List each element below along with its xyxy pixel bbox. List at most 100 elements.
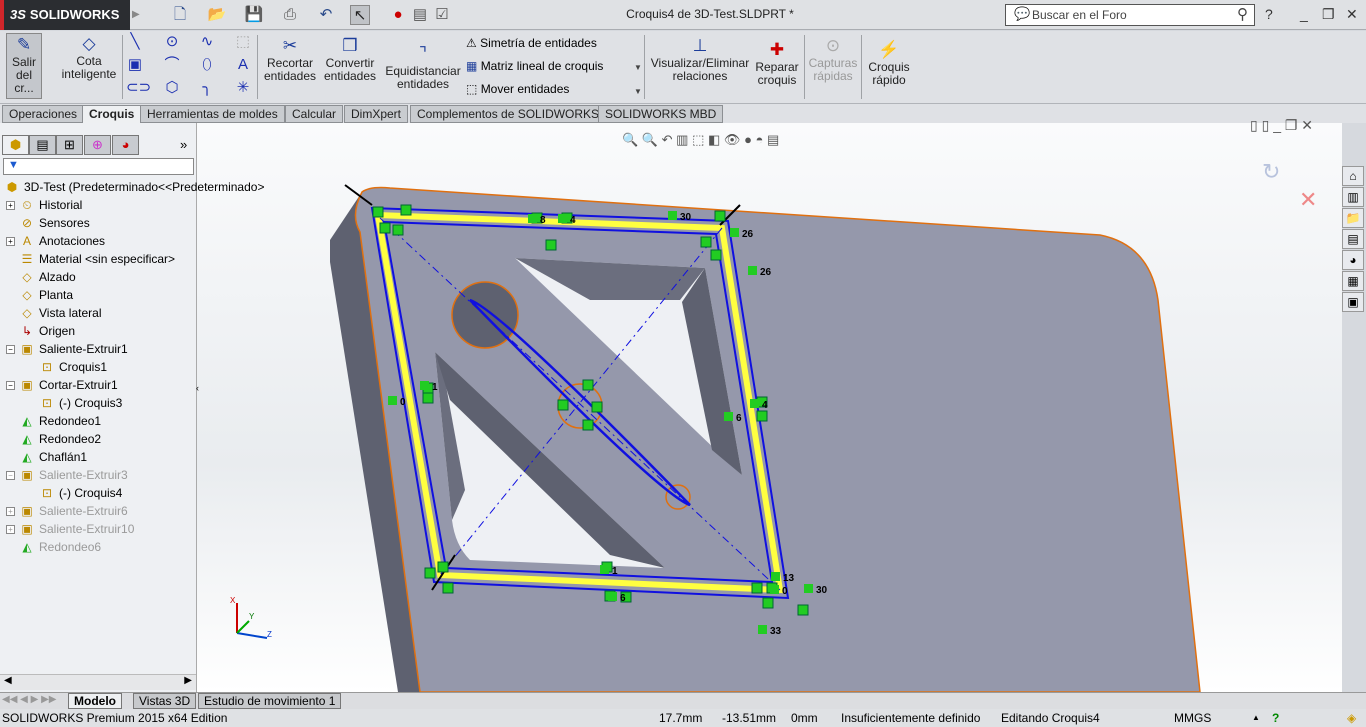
menu-expand-icon[interactable]: ▶ bbox=[132, 9, 140, 20]
tab-vistas-3d[interactable]: Vistas 3D bbox=[133, 693, 197, 709]
repair-sketch-button[interactable]: ✚ Reparar croquis bbox=[754, 39, 800, 87]
tree-item[interactable]: − ▣ Saliente-Extruir1 bbox=[6, 340, 128, 358]
expand-panel-icon[interactable]: » bbox=[180, 137, 187, 152]
pattern-dropdown[interactable]: ▼ bbox=[634, 63, 642, 72]
tab-operaciones[interactable]: Operaciones bbox=[2, 105, 85, 123]
graphics-area[interactable]: 30 26 26 4 6 0 1 1 30 33 6 4 8 13 0 🔍 🔍 ↶ ▥ ⬚ ◧ 👁 ● ◓ … bbox=[197, 117, 1342, 692]
units-up-icon[interactable]: ▲ bbox=[1252, 709, 1260, 727]
tab-calcular[interactable]: Calcular bbox=[285, 105, 344, 123]
zoom-area-icon[interactable]: 🔍 bbox=[642, 132, 658, 147]
featuremanager-tab[interactable]: ⬢ bbox=[2, 135, 29, 155]
smart-dimension-button[interactable]: ◇ Cota inteligente bbox=[58, 33, 120, 81]
tree-item[interactable]: ◭ Redondeo1 bbox=[6, 412, 101, 430]
circle-icon[interactable]: ⊙ bbox=[163, 33, 181, 51]
text-icon[interactable]: A bbox=[234, 56, 252, 74]
tab-modelo[interactable]: Modelo bbox=[68, 693, 122, 709]
tab-estudio-movimiento[interactable]: Estudio de movimiento 1 bbox=[198, 693, 342, 709]
tree-item[interactable]: ⊘ Sensores bbox=[6, 214, 90, 232]
tab-dimxpert[interactable]: DimXpert bbox=[344, 105, 409, 123]
tree-item[interactable]: ⊡ Croquis1 bbox=[26, 358, 107, 376]
line-icon[interactable]: ╲ bbox=[126, 33, 144, 51]
tab-scroll-arrows[interactable]: ◀◀ ◀ ▶ ▶▶ bbox=[2, 694, 56, 705]
rapid-sketch-button[interactable]: ⚡ Croquis rápido bbox=[864, 39, 914, 87]
ellipse-icon[interactable]: ⬯ bbox=[198, 56, 216, 74]
tree-filter-input[interactable]: ▼ bbox=[3, 158, 194, 175]
expand-toggle-icon[interactable]: + bbox=[6, 201, 15, 211]
restore-icon[interactable]: ❐ bbox=[1322, 6, 1335, 23]
tree-item[interactable]: ◭ Redondeo2 bbox=[6, 430, 101, 448]
viewport-window-controls[interactable]: ▯ ▯ _ ❐ ✕ bbox=[1250, 117, 1313, 134]
expand-toggle-icon[interactable]: − bbox=[6, 471, 15, 481]
file-explorer-icon[interactable]: ▤ bbox=[1342, 229, 1364, 249]
expand-toggle-icon[interactable]: − bbox=[6, 345, 15, 355]
move-button[interactable]: ⬚ Mover entidades bbox=[466, 82, 569, 96]
tree-item[interactable]: ⊡ (-) Croquis3 bbox=[26, 394, 122, 412]
tree-item[interactable]: ◇ Alzado bbox=[6, 268, 75, 286]
design-library-icon[interactable]: 📁 bbox=[1342, 208, 1364, 228]
plane-icon[interactable]: ⬚ bbox=[234, 33, 252, 51]
forum-icon[interactable]: ▣ bbox=[1342, 292, 1364, 312]
rectangle-icon[interactable]: ▣ bbox=[126, 56, 144, 74]
tree-item[interactable]: ◭ Redondeo6 bbox=[6, 538, 101, 556]
minimize-icon[interactable]: _ bbox=[1300, 6, 1308, 22]
previous-view-icon[interactable]: ↶ bbox=[662, 132, 673, 147]
resources-icon[interactable]: ▥ bbox=[1342, 187, 1364, 207]
display-style-icon[interactable]: ◧ bbox=[708, 132, 720, 147]
hide-show-icon[interactable]: 👁 bbox=[724, 132, 741, 147]
tree-item[interactable]: + A Anotaciones bbox=[6, 232, 105, 250]
relations-button[interactable]: ⊥ Visualizar/Eliminar relaciones bbox=[650, 35, 750, 83]
arc-icon[interactable]: ⌒ bbox=[163, 56, 181, 74]
tooltip-icon[interactable]: ◈ bbox=[1347, 709, 1356, 727]
scroll-left-icon[interactable]: ◀ bbox=[4, 675, 12, 686]
tree-item[interactable]: + ▣ Saliente-Extruir10 bbox=[6, 520, 134, 538]
configurationmanager-tab[interactable]: ⊞ bbox=[56, 135, 83, 155]
print-icon[interactable]: ⎙ bbox=[280, 5, 300, 25]
tab-mbd[interactable]: SOLIDWORKS MBD bbox=[598, 105, 724, 123]
home-icon[interactable]: ⌂ bbox=[1342, 166, 1364, 186]
scene-icon[interactable]: ◓ bbox=[756, 132, 764, 147]
view-orientation-icon[interactable]: ⬚ bbox=[692, 132, 704, 147]
appearances-icon[interactable]: ◕ bbox=[1342, 250, 1364, 270]
mirror-button[interactable]: ⚠ Simetría de entidades bbox=[466, 36, 597, 50]
unit-system[interactable]: MMGS bbox=[1174, 709, 1211, 727]
expand-toggle-icon[interactable]: − bbox=[6, 381, 15, 391]
tree-item[interactable]: ☰ Material <sin especificar> bbox=[6, 250, 175, 268]
tree-item[interactable]: ◇ Planta bbox=[6, 286, 73, 304]
undo-icon[interactable]: ↶ bbox=[316, 5, 336, 25]
quick-snaps-button[interactable]: ⊙ Capturas rápidas bbox=[808, 35, 858, 83]
expand-toggle-icon[interactable]: + bbox=[6, 237, 15, 247]
select-icon[interactable]: ↖ bbox=[350, 5, 370, 25]
tab-complementos[interactable]: Complementos de SOLIDWORKS bbox=[410, 105, 607, 123]
appearance-icon[interactable]: ● bbox=[744, 132, 752, 147]
tree-item[interactable]: + ▣ Saliente-Extruir6 bbox=[6, 502, 128, 520]
tree-item[interactable]: − ▣ Cortar-Extruir1 bbox=[6, 376, 118, 394]
tab-croquis[interactable]: Croquis bbox=[82, 105, 142, 123]
zoom-fit-icon[interactable]: 🔍 bbox=[622, 132, 638, 147]
exit-sketch-button[interactable]: ✎ Salir del cr... bbox=[6, 33, 42, 99]
display-manager-tab[interactable]: ◕ bbox=[112, 135, 139, 155]
tree-horizontal-scrollbar[interactable]: ◀ ▶ bbox=[0, 674, 196, 690]
solidworks-logo[interactable]: 3S SOLIDWORKS bbox=[0, 0, 130, 30]
tree-root[interactable]: ⬢ 3D-Test (Predeterminado<<Predeterminado… bbox=[4, 178, 265, 196]
new-icon[interactable]: 🗋 bbox=[170, 5, 190, 25]
polygon-icon[interactable]: ⬡ bbox=[163, 79, 181, 97]
section-view-icon[interactable]: ▥ bbox=[676, 132, 688, 147]
file-properties-icon[interactable]: ▤ bbox=[410, 5, 430, 25]
spline-icon[interactable]: ∿ bbox=[198, 33, 216, 51]
linear-pattern-button[interactable]: ▦ Matriz lineal de croquis bbox=[466, 59, 603, 73]
slot-icon[interactable]: ⊂⊃ bbox=[126, 79, 151, 97]
scroll-right-icon[interactable]: ▶ bbox=[184, 675, 192, 686]
cancel-sketch-icon[interactable]: ✕ bbox=[1299, 187, 1317, 213]
close-icon[interactable]: ✕ bbox=[1346, 6, 1358, 23]
tree-item[interactable]: ↳ Origen bbox=[6, 322, 75, 340]
offset-button[interactable]: ⌝ Equidistanciar entidades bbox=[384, 43, 462, 91]
confirm-sketch-icon[interactable]: ↻ bbox=[1262, 159, 1280, 185]
expand-toggle-icon[interactable]: + bbox=[6, 507, 15, 517]
custom-properties-icon[interactable]: ▦ bbox=[1342, 271, 1364, 291]
collapse-panel-handle[interactable]: ‹ bbox=[196, 383, 204, 413]
help-icon[interactable]: ? bbox=[1265, 6, 1273, 22]
search-input[interactable]: 💬 Buscar en el Foro ⚲ bbox=[1005, 4, 1255, 26]
point-icon[interactable]: ✳ bbox=[234, 79, 252, 97]
expand-toggle-icon[interactable]: + bbox=[6, 525, 15, 535]
open-icon[interactable]: 📂 bbox=[207, 5, 227, 25]
